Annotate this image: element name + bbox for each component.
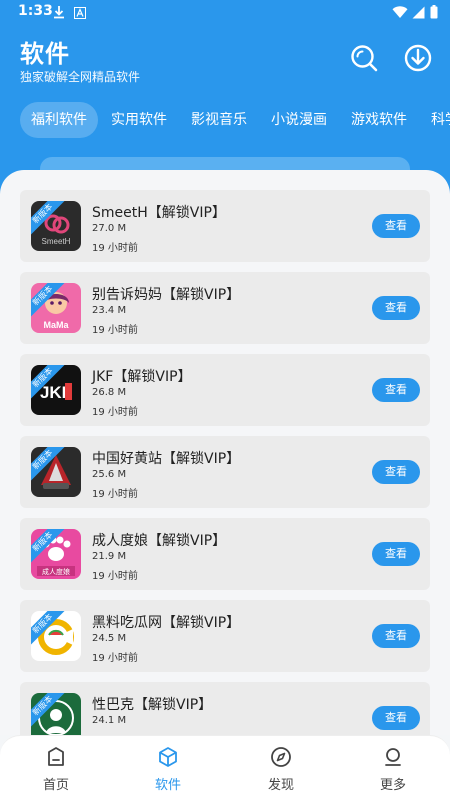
nav-discover[interactable]: 发现 [244, 746, 318, 793]
app-icon-label: 成人度娘 [42, 567, 70, 576]
list-item[interactable]: SmeetH 新版本 SmeetH【解锁VIP】 27.0 M 19 小时前 查… [20, 190, 430, 262]
list-item[interactable]: JKF 新版本 JKF【解锁VIP】 26.8 M 19 小时前 查看 [20, 354, 430, 426]
nav-home-label: 首页 [42, 778, 69, 793]
app-icon: 新版本 [31, 611, 81, 661]
compass-icon [271, 747, 291, 767]
list-item[interactable]: 新版本 中国好黄站【解锁VIP】 25.6 M 19 小时前 查看 [20, 436, 430, 508]
view-button[interactable]: 查看 [372, 542, 420, 566]
app-icon: MaMa 新版本 [31, 283, 81, 333]
app-size: 25.6 M [92, 469, 127, 480]
search-icon [351, 45, 378, 72]
view-button[interactable]: 查看 [372, 460, 420, 484]
view-button[interactable]: 查看 [372, 378, 420, 402]
download-icon [404, 44, 432, 72]
search-button[interactable] [348, 42, 380, 74]
app-name: SmeetH【解锁VIP】 [92, 205, 226, 221]
app-name: 中国好黄站【解锁VIP】 [92, 451, 241, 467]
app-size: 24.1 M [92, 715, 127, 726]
app-icon-label: MaMa [43, 320, 69, 330]
tab-novel-comic[interactable]: 小说漫画 [260, 102, 338, 138]
view-button[interactable]: 查看 [372, 624, 420, 648]
nav-home[interactable]: 首页 [19, 746, 93, 793]
category-tabs: 福利软件实用软件影视音乐小说漫画游戏软件科学上网 [20, 102, 450, 140]
app-updated-time: 19 小时前 [92, 489, 138, 500]
tab-welfare-software[interactable]: 福利软件 [20, 102, 98, 138]
list-item[interactable]: 新版本 性巴克【解锁VIP】 24.1 M 查看 [20, 682, 430, 735]
wifi-icon [392, 4, 408, 23]
status-time: 1:33 [18, 3, 53, 19]
download-status-icon [52, 4, 66, 23]
nav-software-label: 软件 [154, 778, 181, 793]
app-icon-label: SmeetH [42, 237, 71, 246]
list-item[interactable]: 成人度娘 新版本 成人度娘【解锁VIP】 21.9 M 19 小时前 查看 [20, 518, 430, 590]
app-icon: 成人度娘 新版本 [31, 529, 81, 579]
app-updated-time: 19 小时前 [92, 407, 138, 418]
app-name: 别告诉妈妈【解锁VIP】 [92, 287, 241, 303]
battery-icon [430, 4, 438, 23]
app-size: 26.8 M [92, 387, 127, 398]
app-icon: JKF 新版本 [31, 365, 81, 415]
page-title: 软件 [20, 40, 70, 68]
app-size: 23.4 M [92, 305, 127, 316]
app-updated-time: 19 小时前 [92, 571, 138, 582]
app-icon: 新版本 [31, 447, 81, 497]
app-name: JKF【解锁VIP】 [92, 369, 192, 385]
nav-software[interactable]: 软件 [131, 746, 205, 793]
tab-vpn[interactable]: 科学上网 [420, 102, 450, 138]
bottom-navigation: 首页 软件 发现 更多 [0, 735, 450, 800]
app-updated-time: 19 小时前 [92, 325, 138, 336]
list-item[interactable]: MaMa 新版本 别告诉妈妈【解锁VIP】 23.4 M 19 小时前 查看 [20, 272, 430, 344]
download-button[interactable] [402, 42, 434, 74]
home-icon [48, 747, 64, 766]
app-name: 黑料吃瓜网【解锁VIP】 [92, 615, 241, 631]
nav-more-label: 更多 [379, 778, 406, 793]
view-button[interactable]: 查看 [372, 214, 420, 238]
app-icon: SmeetH 新版本 [31, 201, 81, 251]
app-updated-time: 19 小时前 [92, 653, 138, 664]
list-item[interactable]: 新版本 黑料吃瓜网【解锁VIP】 24.5 M 19 小时前 查看 [20, 600, 430, 672]
status-bar: 1:33 [0, 0, 450, 24]
tab-game-software[interactable]: 游戏软件 [340, 102, 418, 138]
nav-more[interactable]: 更多 [356, 746, 430, 793]
app-size: 24.5 M [92, 633, 127, 644]
app-name: 成人度娘【解锁VIP】 [92, 533, 227, 549]
app-size: 27.0 M [92, 223, 127, 234]
app-name: 性巴克【解锁VIP】 [92, 697, 213, 713]
cube-icon [159, 747, 177, 767]
signal-icon [412, 4, 425, 23]
notification-a-icon [74, 4, 86, 23]
more-person-icon [385, 748, 401, 766]
view-button[interactable]: 查看 [372, 706, 420, 730]
page-subtitle: 独家破解全网精品软件 [20, 70, 141, 84]
view-button[interactable]: 查看 [372, 296, 420, 320]
app-updated-time: 19 小时前 [92, 243, 138, 254]
tab-utility-software[interactable]: 实用软件 [100, 102, 178, 138]
app-size: 21.9 M [92, 551, 127, 562]
nav-discover-label: 发现 [267, 778, 294, 793]
app-icon: 新版本 [31, 693, 81, 735]
tab-video-music[interactable]: 影视音乐 [180, 102, 258, 138]
app-list-panel: SmeetH 新版本 SmeetH【解锁VIP】 27.0 M 19 小时前 查… [0, 170, 450, 735]
